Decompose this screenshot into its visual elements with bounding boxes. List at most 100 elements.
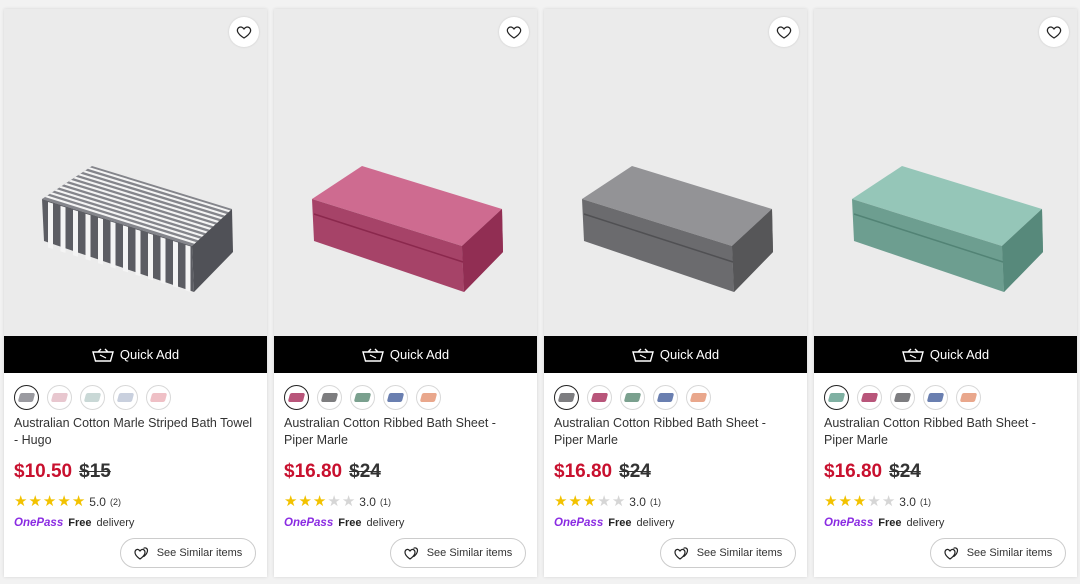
- rating-count: (2): [109, 496, 121, 507]
- delivery-row: OnePass Free delivery: [284, 517, 404, 529]
- sale-price: $10.50: [14, 461, 73, 482]
- towel-stripe: [60, 205, 66, 253]
- rating-stars: ★ ★ ★ ★ ★: [14, 494, 85, 509]
- quick-add-button[interactable]: Quick Add: [814, 336, 1077, 373]
- swatch-chip: [590, 393, 609, 402]
- wishlist-heart-button[interactable]: [229, 17, 259, 47]
- color-swatches: [824, 385, 981, 410]
- product-title[interactable]: Australian Cotton Ribbed Bath Sheet - Pi…: [554, 415, 794, 449]
- free-label: Free: [878, 517, 902, 529]
- color-swatch[interactable]: [923, 385, 948, 410]
- rating-value: 3.0: [629, 494, 646, 509]
- product-card[interactable]: Quick Add Australian Cotton Marle Stripe…: [4, 9, 267, 577]
- color-swatch[interactable]: [284, 385, 309, 410]
- color-swatch[interactable]: [824, 385, 849, 410]
- color-swatch[interactable]: [653, 385, 678, 410]
- see-similar-label: See Similar items: [426, 547, 513, 559]
- swatch-chip: [116, 393, 135, 402]
- swatch-chip: [50, 393, 69, 402]
- wishlist-heart-button[interactable]: [499, 17, 529, 47]
- color-swatch[interactable]: [317, 385, 342, 410]
- star-icon: ★: [327, 493, 341, 510]
- wishlist-heart-button[interactable]: [769, 17, 799, 47]
- basket-icon: [91, 348, 114, 362]
- see-similar-button[interactable]: See Similar items: [120, 538, 256, 568]
- swatch-chip: [386, 393, 405, 402]
- product-card[interactable]: Quick Add Australian Cotton Ribbed Bath …: [274, 9, 537, 577]
- product-title[interactable]: Australian Cotton Ribbed Bath Sheet - Pi…: [284, 415, 524, 449]
- star-icon: ★: [312, 493, 327, 510]
- star-icon: ★: [341, 493, 356, 510]
- product-title[interactable]: Australian Cotton Ribbed Bath Sheet - Pi…: [824, 415, 1064, 449]
- see-similar-label: See Similar items: [696, 547, 783, 559]
- quick-add-label: Quick Add: [119, 347, 180, 362]
- delivery-row: OnePass Free delivery: [824, 517, 944, 529]
- towel-stripe: [85, 213, 91, 261]
- sale-price: $16.80: [824, 461, 883, 482]
- similar-hearts-icon: [134, 547, 148, 560]
- star-icon: ★: [568, 493, 582, 510]
- color-swatch[interactable]: [686, 385, 711, 410]
- product-title[interactable]: Australian Cotton Marle Striped Bath Tow…: [14, 415, 254, 449]
- star-icon: ★: [597, 493, 611, 510]
- swatch-chip: [893, 393, 912, 402]
- product-grid: Quick Add Australian Cotton Marle Stripe…: [0, 0, 1080, 584]
- see-similar-button[interactable]: See Similar items: [660, 538, 796, 568]
- color-swatch[interactable]: [14, 385, 39, 410]
- color-swatch[interactable]: [416, 385, 441, 410]
- color-swatch[interactable]: [956, 385, 981, 410]
- color-swatch[interactable]: [80, 385, 105, 410]
- color-swatches: [14, 385, 171, 410]
- basket-icon: [361, 348, 384, 362]
- quick-add-button[interactable]: Quick Add: [4, 336, 267, 373]
- wishlist-heart-button[interactable]: [1039, 17, 1069, 47]
- see-similar-button[interactable]: See Similar items: [930, 538, 1066, 568]
- delivery-label: delivery: [366, 517, 405, 529]
- color-swatch[interactable]: [146, 385, 171, 410]
- see-similar-button[interactable]: See Similar items: [390, 538, 526, 568]
- star-icon: ★: [824, 493, 838, 510]
- product-image[interactable]: [814, 9, 1077, 336]
- product-image[interactable]: [274, 9, 537, 336]
- star-icon: ★: [42, 493, 57, 510]
- swatch-chip: [83, 393, 102, 402]
- color-swatch[interactable]: [857, 385, 882, 410]
- towel-stripe: [160, 237, 166, 285]
- swatch-chip: [623, 393, 642, 402]
- swatch-chip: [827, 393, 846, 402]
- see-similar-label: See Similar items: [156, 547, 243, 559]
- product-card[interactable]: Quick Add Australian Cotton Ribbed Bath …: [544, 9, 807, 577]
- star-icon: ★: [554, 493, 568, 510]
- color-swatch[interactable]: [890, 385, 915, 410]
- free-label: Free: [608, 517, 632, 529]
- swatch-chip: [656, 393, 675, 402]
- color-swatch[interactable]: [47, 385, 72, 410]
- color-swatch[interactable]: [554, 385, 579, 410]
- towel-stripe: [98, 217, 103, 265]
- was-price: $24: [349, 461, 381, 482]
- star-icon: ★: [284, 493, 298, 510]
- price-row: $16.80 $24: [554, 461, 651, 483]
- rating-value: 5.0: [89, 494, 106, 509]
- product-image[interactable]: [4, 9, 267, 336]
- rating-stars: ★ ★ ★ ★ ★: [284, 494, 355, 509]
- quick-add-button[interactable]: Quick Add: [544, 336, 807, 373]
- was-price: $24: [889, 461, 921, 482]
- product-card[interactable]: Quick Add Australian Cotton Ribbed Bath …: [814, 9, 1077, 577]
- rating-stars: ★ ★ ★ ★ ★: [554, 494, 625, 509]
- product-image[interactable]: [544, 9, 807, 336]
- color-swatch[interactable]: [587, 385, 612, 410]
- free-label: Free: [68, 517, 92, 529]
- swatch-chip: [959, 393, 978, 402]
- onepass-logo: OnePass: [554, 517, 604, 529]
- quick-add-button[interactable]: Quick Add: [274, 336, 537, 373]
- towel-stripe: [110, 221, 116, 269]
- star-icon: ★: [611, 493, 626, 510]
- heart-icon: [236, 26, 252, 39]
- color-swatch[interactable]: [383, 385, 408, 410]
- color-swatch[interactable]: [620, 385, 645, 410]
- color-swatch[interactable]: [350, 385, 375, 410]
- color-swatch[interactable]: [113, 385, 138, 410]
- striped-towel-image: [42, 166, 233, 292]
- rating-row: ★ ★ ★ ★ ★ 3.0 (1): [284, 494, 391, 509]
